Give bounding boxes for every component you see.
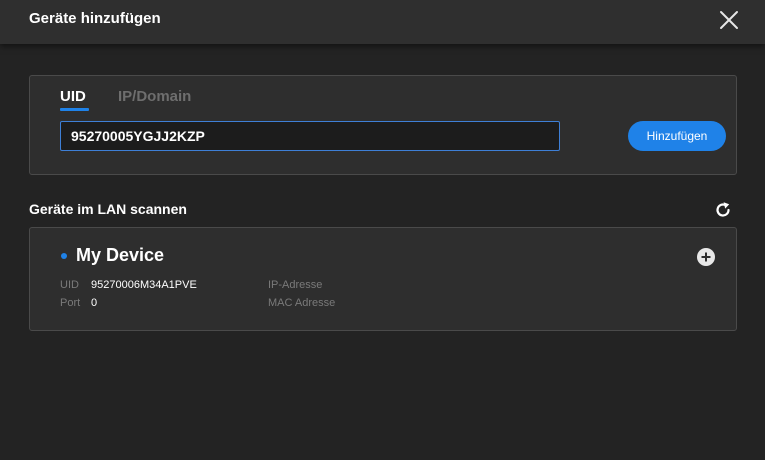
device-ip-label: IP-Adresse	[268, 279, 323, 291]
refresh-button[interactable]	[712, 199, 734, 221]
device-name: My Device	[76, 245, 165, 265]
tab-uid[interactable]: UID	[60, 88, 86, 105]
add-button[interactable]: Hinzufügen	[628, 121, 726, 151]
lan-scan-title: Geräte im LAN scannen	[29, 201, 187, 217]
device-uid-value: 95270006M34A1PVE	[91, 279, 197, 291]
add-device-button[interactable]	[696, 247, 716, 267]
tab-ip-domain[interactable]: IP/Domain	[118, 88, 191, 105]
refresh-icon	[716, 202, 730, 217]
device-port-value: 0	[91, 297, 98, 309]
device-mac-label: MAC Adresse	[268, 297, 336, 309]
add-by-id-panel: UID IP/Domain Hinzufügen	[29, 75, 737, 175]
device-uid-label: UID	[60, 279, 79, 291]
active-tab-indicator	[60, 108, 89, 111]
device-card: My Device UID 95270006M34A1PVE Port 0 IP…	[29, 227, 737, 331]
device-status-dot	[61, 253, 67, 259]
dialog-titlebar: Geräte hinzufügen	[0, 0, 765, 44]
add-devices-dialog: Geräte hinzufügen UID IP/Domain Hinzufüg…	[0, 0, 765, 460]
close-icon	[720, 11, 738, 29]
uid-input[interactable]	[60, 121, 560, 151]
plus-circle-icon	[697, 248, 715, 266]
close-button[interactable]	[716, 7, 742, 33]
device-port-label: Port	[60, 297, 81, 309]
dialog-title: Geräte hinzufügen	[29, 10, 161, 27]
